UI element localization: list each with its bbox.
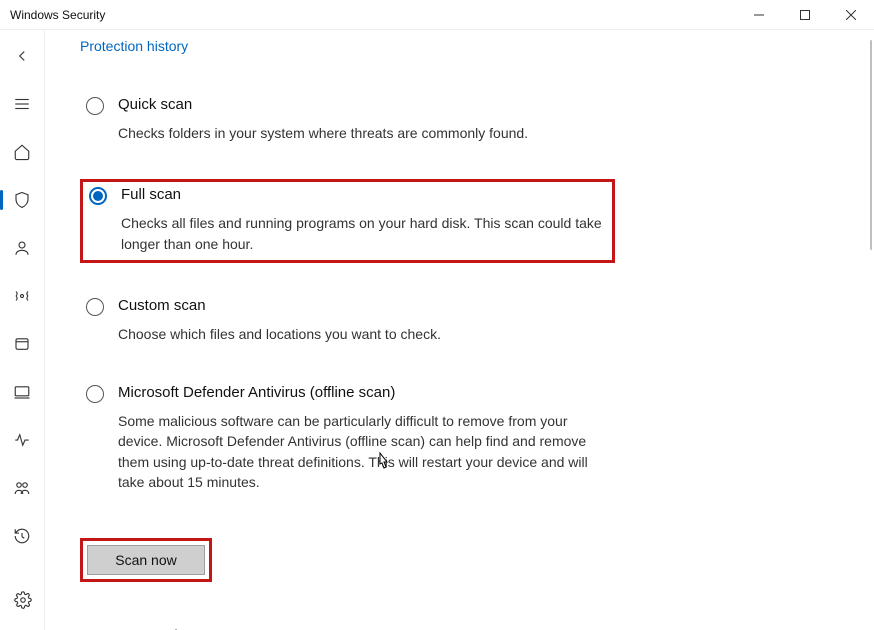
window-buttons — [736, 0, 874, 30]
app-browser-icon[interactable] — [0, 330, 45, 358]
radio-icon[interactable] — [89, 187, 107, 205]
offline-scan-option[interactable]: Microsoft Defender Antivirus (offline sc… — [80, 380, 615, 498]
firewall-icon[interactable] — [0, 282, 45, 310]
history-icon[interactable] — [0, 522, 45, 550]
quick-scan-option[interactable]: Quick scan Checks folders in your system… — [80, 92, 615, 149]
radio-icon[interactable] — [86, 298, 104, 316]
window-title: Windows Security — [10, 8, 105, 22]
close-button[interactable] — [828, 0, 874, 30]
home-icon[interactable] — [0, 138, 45, 166]
maximize-button[interactable] — [782, 0, 828, 30]
back-icon[interactable] — [0, 42, 45, 70]
scrollbar[interactable] — [870, 40, 872, 250]
titlebar: Windows Security — [0, 0, 874, 30]
hamburger-icon[interactable] — [0, 90, 45, 118]
family-icon[interactable] — [0, 474, 45, 502]
full-scan-option[interactable]: Full scan Checks all files and running p… — [80, 179, 615, 263]
minimize-button[interactable] — [736, 0, 782, 30]
custom-scan-option[interactable]: Custom scan Choose which files and locat… — [80, 293, 615, 350]
sidebar — [0, 30, 45, 630]
option-desc: Checks folders in your system where thre… — [118, 123, 609, 143]
account-icon[interactable] — [0, 234, 45, 262]
scan-now-button[interactable]: Scan now — [87, 545, 205, 575]
shield-icon[interactable] — [0, 186, 45, 214]
option-title: Full scan — [121, 186, 606, 203]
option-title: Custom scan — [118, 297, 609, 314]
radio-icon[interactable] — [86, 385, 104, 403]
option-title: Quick scan — [118, 96, 609, 113]
device-icon[interactable] — [0, 378, 45, 406]
option-desc: Some malicious software can be particula… — [118, 411, 609, 492]
performance-icon[interactable] — [0, 426, 45, 454]
content-area: Protection history Quick scan Checks fol… — [45, 30, 874, 630]
scan-options: Quick scan Checks folders in your system… — [80, 92, 615, 498]
radio-icon[interactable] — [86, 97, 104, 115]
option-desc: Choose which files and locations you wan… — [118, 324, 609, 344]
settings-icon[interactable] — [0, 586, 45, 614]
option-desc: Checks all files and running programs on… — [121, 213, 606, 254]
protection-history-link[interactable]: Protection history — [80, 38, 188, 54]
option-title: Microsoft Defender Antivirus (offline sc… — [118, 384, 609, 401]
scan-now-highlight: Scan now — [80, 538, 212, 582]
